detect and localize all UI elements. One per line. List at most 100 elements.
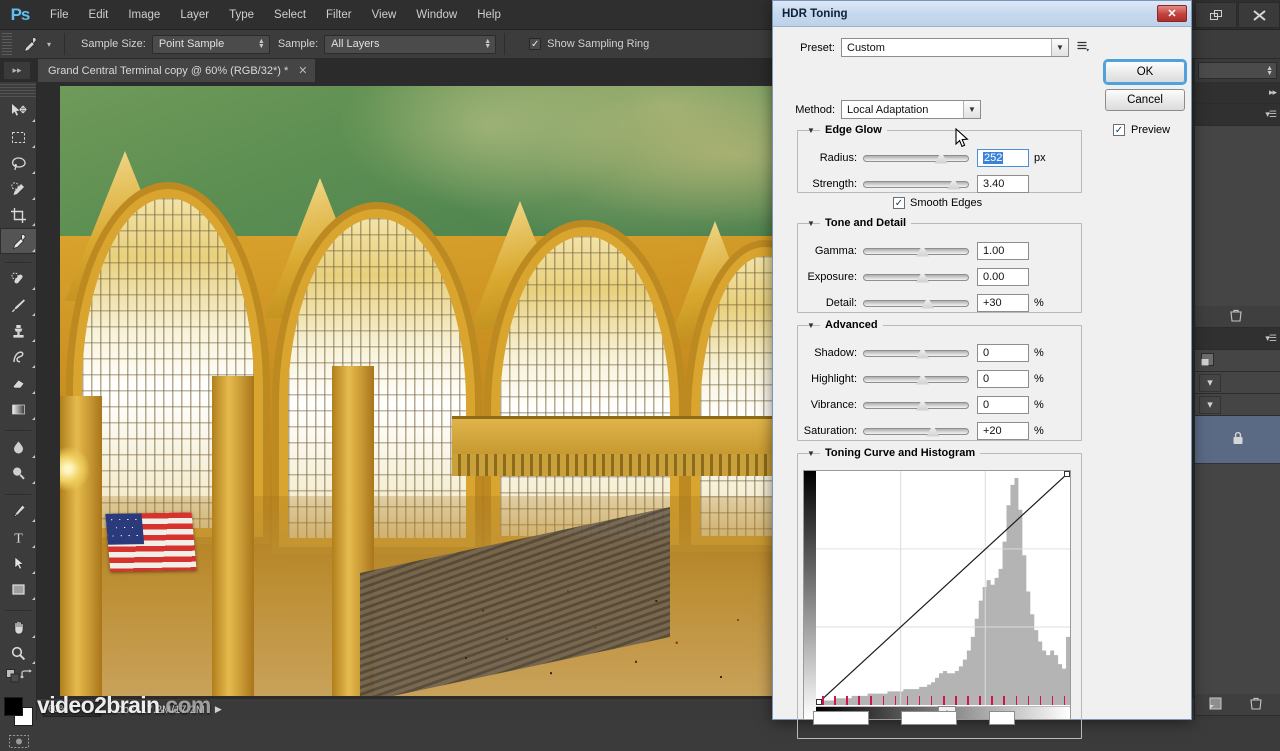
saturation-slider-track[interactable]	[863, 424, 969, 437]
eraser-tool[interactable]	[0, 370, 37, 396]
edge-glow-disclosure-icon[interactable]: ▼	[807, 126, 815, 135]
gamma-slider-track[interactable]	[863, 244, 969, 257]
history-brush-tool[interactable]	[0, 344, 37, 370]
layers-list-empty[interactable]	[1195, 464, 1280, 694]
gamma-slider-thumb[interactable]	[916, 244, 929, 257]
tone-and-detail-disclosure-icon[interactable]: ▼	[807, 219, 815, 228]
brush-tool[interactable]	[0, 292, 37, 318]
menu-view[interactable]: View	[362, 0, 407, 30]
highlight-slider-track[interactable]	[863, 372, 969, 385]
curve-input-field[interactable]	[813, 711, 869, 725]
curve-handle-white-point[interactable]	[1064, 471, 1070, 477]
quick-mask-toggle[interactable]	[0, 731, 37, 751]
zoom-tool[interactable]	[0, 640, 37, 666]
adjustment-select[interactable]: ▲ ▼	[1198, 62, 1277, 79]
chevron-down-icon[interactable]: ▼	[1051, 39, 1068, 56]
fill-row[interactable]: ▾	[1195, 394, 1280, 416]
dialog-close-button[interactable]: ✕	[1157, 5, 1187, 22]
hdr-toning-dialog[interactable]: HDR Toning ✕ Preset: Custom ▼ OK Cancel …	[772, 0, 1192, 739]
close-icon[interactable]: ✕	[298, 64, 307, 77]
color-swatches[interactable]	[0, 693, 37, 731]
curve-plot-area[interactable]	[816, 471, 1070, 705]
toning-curve-disclosure-icon[interactable]: ▼	[807, 449, 815, 458]
fill-dropdown-icon[interactable]: ▾	[1199, 395, 1221, 414]
preview-checkbox[interactable]: ✓ Preview	[1113, 124, 1170, 136]
radius-slider-track[interactable]	[863, 151, 969, 164]
exposure-slider-track[interactable]	[863, 270, 969, 283]
opacity-dropdown-icon[interactable]: ▾	[1199, 373, 1221, 392]
shadow-value-field[interactable]: 0	[977, 344, 1029, 362]
menu-filter[interactable]: Filter	[316, 0, 362, 30]
shadow-slider-thumb[interactable]	[916, 346, 929, 359]
blend-mode-row[interactable]	[1195, 350, 1280, 372]
vibrance-value-field[interactable]: 0	[977, 396, 1029, 414]
spot-healing-brush-tool[interactable]	[0, 266, 37, 292]
advanced-disclosure-icon[interactable]: ▼	[807, 321, 815, 330]
new-layer-icon[interactable]	[1209, 697, 1222, 713]
move-tool[interactable]	[0, 98, 37, 124]
lasso-tool[interactable]	[0, 150, 37, 176]
status-menu-arrow-icon[interactable]: ▶	[215, 704, 222, 715]
options-bar-grip[interactable]	[2, 33, 12, 55]
opacity-row[interactable]: ▾	[1195, 372, 1280, 394]
restore-window-button[interactable]	[1195, 2, 1237, 28]
pen-tool[interactable]	[0, 498, 37, 524]
method-select[interactable]: Local Adaptation ▼	[841, 100, 981, 119]
delete-icon[interactable]	[1229, 309, 1242, 325]
curve-corner-field[interactable]	[989, 711, 1015, 725]
saturation-value-field[interactable]: +20	[977, 422, 1029, 440]
default-colors-icon[interactable]	[6, 669, 20, 686]
strength-slider-track[interactable]	[863, 177, 969, 190]
menu-edit[interactable]: Edit	[79, 0, 119, 30]
show-sampling-ring-checkbox[interactable]: ✓ Show Sampling Ring	[529, 38, 649, 50]
menu-layer[interactable]: Layer	[170, 0, 219, 30]
detail-value-field[interactable]: +30	[977, 294, 1029, 312]
close-window-button[interactable]	[1238, 2, 1280, 28]
vibrance-slider-track[interactable]	[863, 398, 969, 411]
layer-row-background[interactable]	[1195, 416, 1280, 464]
layers-panel-menu-row[interactable]: ▾☰	[1195, 328, 1280, 350]
chevron-down-icon[interactable]: ▼	[963, 101, 980, 118]
path-selection-tool[interactable]	[0, 550, 37, 576]
rectangular-marquee-tool[interactable]	[0, 124, 37, 150]
panel-body-upper[interactable]	[1195, 126, 1280, 306]
gradient-tool[interactable]	[0, 396, 37, 422]
cancel-button[interactable]: Cancel	[1105, 89, 1185, 111]
curve-output-field[interactable]	[901, 711, 957, 725]
radius-slider-thumb[interactable]	[934, 151, 948, 164]
preset-select[interactable]: Custom ▼	[841, 38, 1069, 57]
exposure-value-field[interactable]: 0.00	[977, 268, 1029, 286]
menu-file[interactable]: File	[40, 0, 79, 30]
document-image[interactable]	[60, 86, 772, 696]
tools-panel-grip[interactable]	[0, 84, 36, 98]
foreground-color-swatch[interactable]	[4, 697, 23, 716]
panel-collapse-row[interactable]: ▸▸	[1195, 82, 1280, 104]
menu-select[interactable]: Select	[264, 0, 316, 30]
eyedropper-tool[interactable]	[0, 228, 37, 254]
tool-preset-caret-icon[interactable]: ▾	[42, 33, 56, 55]
ok-button[interactable]: OK	[1105, 61, 1185, 83]
hand-tool[interactable]	[0, 614, 37, 640]
zoom-level-field[interactable]: 60%	[43, 702, 101, 717]
layers-panel-menu-icon[interactable]: ▾☰	[1265, 333, 1277, 344]
dialog-title-bar[interactable]: HDR Toning	[773, 1, 1191, 27]
sample-size-select[interactable]: Point Sample ▲ ▼	[151, 34, 270, 54]
swap-colors-icon[interactable]	[20, 669, 34, 686]
tab-overflow-icon[interactable]: ▸▸	[4, 62, 30, 79]
delete-layer-icon[interactable]	[1250, 697, 1262, 713]
exposure-slider-thumb[interactable]	[916, 270, 929, 283]
highlight-value-field[interactable]: 0	[977, 370, 1029, 388]
strength-value-field[interactable]: 3.40	[977, 175, 1029, 193]
shadow-slider-track[interactable]	[863, 346, 969, 359]
document-tab[interactable]: Grand Central Terminal copy @ 60% (RGB/3…	[38, 59, 317, 82]
panel-menu-row-1[interactable]: ▾☰	[1195, 104, 1280, 126]
highlight-slider-thumb[interactable]	[916, 372, 929, 385]
menu-help[interactable]: Help	[467, 0, 511, 30]
radius-value-field[interactable]: 252	[977, 149, 1029, 167]
gamma-value-field[interactable]: 1.00	[977, 242, 1029, 260]
strength-slider-thumb[interactable]	[947, 177, 961, 190]
toning-curve-histogram[interactable]: ◀▶	[803, 470, 1071, 720]
detail-slider-track[interactable]	[863, 296, 969, 309]
quick-selection-tool[interactable]	[0, 176, 37, 202]
dodge-tool[interactable]	[0, 460, 37, 486]
